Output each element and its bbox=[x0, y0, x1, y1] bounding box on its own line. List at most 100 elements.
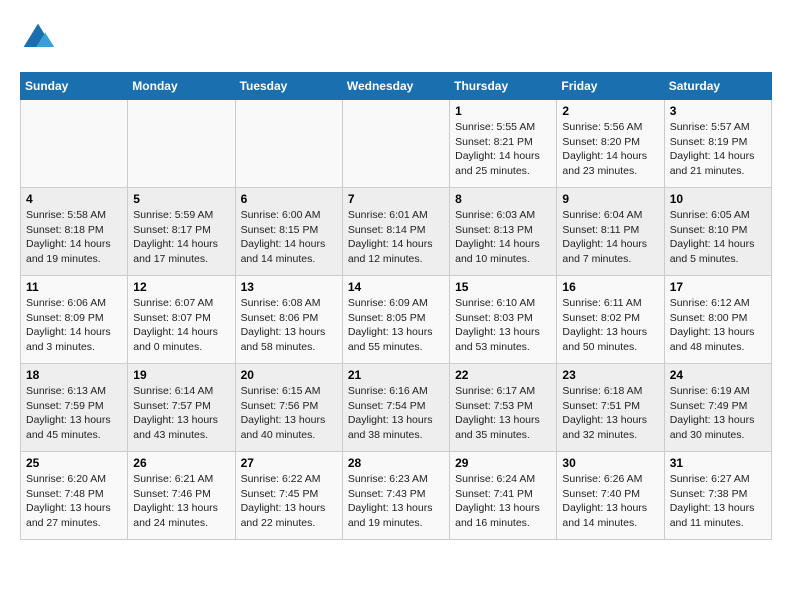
day-number: 18 bbox=[26, 368, 122, 382]
day-info: Sunrise: 6:08 AM Sunset: 8:06 PM Dayligh… bbox=[241, 296, 337, 355]
day-info: Sunrise: 6:12 AM Sunset: 8:00 PM Dayligh… bbox=[670, 296, 766, 355]
calendar-week-row: 1 Sunrise: 5:55 AM Sunset: 8:21 PM Daylig… bbox=[21, 100, 772, 188]
calendar-cell: 27 Sunrise: 6:22 AM Sunset: 7:45 PM Dayli… bbox=[235, 452, 342, 540]
calendar-cell: 23 Sunrise: 6:18 AM Sunset: 7:51 PM Dayli… bbox=[557, 364, 664, 452]
day-info: Sunrise: 6:00 AM Sunset: 8:15 PM Dayligh… bbox=[241, 208, 337, 267]
calendar-week-row: 18 Sunrise: 6:13 AM Sunset: 7:59 PM Dayli… bbox=[21, 364, 772, 452]
calendar-cell: 14Sunrise: 6:09 AM Sunset: 8:05 PM Dayli… bbox=[342, 276, 449, 364]
calendar-cell: 20 Sunrise: 6:15 AM Sunset: 7:56 PM Dayli… bbox=[235, 364, 342, 452]
calendar-cell bbox=[342, 100, 449, 188]
page-header bbox=[20, 20, 772, 56]
day-of-week-header: Tuesday bbox=[235, 73, 342, 100]
day-info: Sunrise: 6:07 AM Sunset: 8:07 PM Dayligh… bbox=[133, 296, 229, 355]
calendar-cell: 15 Sunrise: 6:10 AM Sunset: 8:03 PM Dayli… bbox=[450, 276, 557, 364]
calendar-cell: 21 Sunrise: 6:16 AM Sunset: 7:54 PM Dayli… bbox=[342, 364, 449, 452]
day-number: 3 bbox=[670, 104, 766, 118]
day-number: 4 bbox=[26, 192, 122, 206]
calendar-cell: 7Sunrise: 6:01 AM Sunset: 8:14 PM Daylig… bbox=[342, 188, 449, 276]
day-number: 31 bbox=[670, 456, 766, 470]
day-info: Sunrise: 6:04 AM Sunset: 8:11 PM Dayligh… bbox=[562, 208, 658, 267]
day-number: 25 bbox=[26, 456, 122, 470]
day-info: Sunrise: 6:26 AM Sunset: 7:40 PM Dayligh… bbox=[562, 472, 658, 531]
calendar-cell: 24 Sunrise: 6:19 AM Sunset: 7:49 PM Dayli… bbox=[664, 364, 771, 452]
day-number: 9 bbox=[562, 192, 658, 206]
logo bbox=[20, 20, 60, 56]
day-number: 5 bbox=[133, 192, 229, 206]
day-number: 23 bbox=[562, 368, 658, 382]
day-info: Sunrise: 6:18 AM Sunset: 7:51 PM Dayligh… bbox=[562, 384, 658, 443]
day-info: Sunrise: 5:57 AM Sunset: 8:19 PM Dayligh… bbox=[670, 120, 766, 179]
day-number: 21 bbox=[348, 368, 444, 382]
calendar-cell: 4 Sunrise: 5:58 AM Sunset: 8:18 PM Daylig… bbox=[21, 188, 128, 276]
day-info: Sunrise: 6:16 AM Sunset: 7:54 PM Dayligh… bbox=[348, 384, 444, 443]
day-number: 1 bbox=[455, 104, 551, 118]
calendar-cell: 30 Sunrise: 6:26 AM Sunset: 7:40 PM Dayli… bbox=[557, 452, 664, 540]
day-of-week-header: Sunday bbox=[21, 73, 128, 100]
day-number: 24 bbox=[670, 368, 766, 382]
calendar-cell bbox=[21, 100, 128, 188]
day-info: Sunrise: 6:01 AM Sunset: 8:14 PM Dayligh… bbox=[348, 208, 444, 267]
calendar-cell: 6 Sunrise: 6:00 AM Sunset: 8:15 PM Daylig… bbox=[235, 188, 342, 276]
day-info: Sunrise: 6:19 AM Sunset: 7:49 PM Dayligh… bbox=[670, 384, 766, 443]
day-info: Sunrise: 6:15 AM Sunset: 7:56 PM Dayligh… bbox=[241, 384, 337, 443]
day-info: Sunrise: 6:06 AM Sunset: 8:09 PM Dayligh… bbox=[26, 296, 122, 355]
day-number: 30 bbox=[562, 456, 658, 470]
day-info: Sunrise: 6:22 AM Sunset: 7:45 PM Dayligh… bbox=[241, 472, 337, 531]
day-info: Sunrise: 6:17 AM Sunset: 7:53 PM Dayligh… bbox=[455, 384, 551, 443]
day-info: Sunrise: 6:14 AM Sunset: 7:57 PM Dayligh… bbox=[133, 384, 229, 443]
day-number: 6 bbox=[241, 192, 337, 206]
day-info: Sunrise: 6:23 AM Sunset: 7:43 PM Dayligh… bbox=[348, 472, 444, 531]
day-info: Sunrise: 5:55 AM Sunset: 8:21 PM Dayligh… bbox=[455, 120, 551, 179]
day-number: 13 bbox=[241, 280, 337, 294]
day-info: Sunrise: 6:27 AM Sunset: 7:38 PM Dayligh… bbox=[670, 472, 766, 531]
day-number: 29 bbox=[455, 456, 551, 470]
day-number: 15 bbox=[455, 280, 551, 294]
calendar-header-row: SundayMondayTuesdayWednesdayThursdayFrid… bbox=[21, 73, 772, 100]
day-info: Sunrise: 6:13 AM Sunset: 7:59 PM Dayligh… bbox=[26, 384, 122, 443]
day-info: Sunrise: 6:10 AM Sunset: 8:03 PM Dayligh… bbox=[455, 296, 551, 355]
logo-icon bbox=[20, 20, 56, 56]
calendar-cell: 29Sunrise: 6:24 AM Sunset: 7:41 PM Dayli… bbox=[450, 452, 557, 540]
calendar-cell: 10 Sunrise: 6:05 AM Sunset: 8:10 PM Dayli… bbox=[664, 188, 771, 276]
day-of-week-header: Friday bbox=[557, 73, 664, 100]
day-number: 17 bbox=[670, 280, 766, 294]
day-number: 11 bbox=[26, 280, 122, 294]
day-info: Sunrise: 5:59 AM Sunset: 8:17 PM Dayligh… bbox=[133, 208, 229, 267]
day-number: 28 bbox=[348, 456, 444, 470]
day-of-week-header: Saturday bbox=[664, 73, 771, 100]
calendar-week-row: 4 Sunrise: 5:58 AM Sunset: 8:18 PM Daylig… bbox=[21, 188, 772, 276]
day-info: Sunrise: 5:56 AM Sunset: 8:20 PM Dayligh… bbox=[562, 120, 658, 179]
calendar-cell: 17 Sunrise: 6:12 AM Sunset: 8:00 PM Dayli… bbox=[664, 276, 771, 364]
day-info: Sunrise: 6:03 AM Sunset: 8:13 PM Dayligh… bbox=[455, 208, 551, 267]
day-number: 2 bbox=[562, 104, 658, 118]
day-number: 12 bbox=[133, 280, 229, 294]
day-info: Sunrise: 6:09 AM Sunset: 8:05 PM Dayligh… bbox=[348, 296, 444, 355]
calendar-cell: 19Sunrise: 6:14 AM Sunset: 7:57 PM Dayli… bbox=[128, 364, 235, 452]
calendar-cell: 9 Sunrise: 6:04 AM Sunset: 8:11 PM Daylig… bbox=[557, 188, 664, 276]
calendar-cell: 2 Sunrise: 5:56 AM Sunset: 8:20 PM Daylig… bbox=[557, 100, 664, 188]
day-info: Sunrise: 6:05 AM Sunset: 8:10 PM Dayligh… bbox=[670, 208, 766, 267]
day-number: 27 bbox=[241, 456, 337, 470]
calendar-cell: 12 Sunrise: 6:07 AM Sunset: 8:07 PM Dayli… bbox=[128, 276, 235, 364]
calendar-cell: 28 Sunrise: 6:23 AM Sunset: 7:43 PM Dayli… bbox=[342, 452, 449, 540]
calendar-table: SundayMondayTuesdayWednesdayThursdayFrid… bbox=[20, 72, 772, 540]
calendar-cell bbox=[235, 100, 342, 188]
calendar-week-row: 11 Sunrise: 6:06 AM Sunset: 8:09 PM Dayli… bbox=[21, 276, 772, 364]
calendar-cell: 31 Sunrise: 6:27 AM Sunset: 7:38 PM Dayli… bbox=[664, 452, 771, 540]
calendar-cell: 3 Sunrise: 5:57 AM Sunset: 8:19 PM Daylig… bbox=[664, 100, 771, 188]
day-number: 20 bbox=[241, 368, 337, 382]
day-number: 10 bbox=[670, 192, 766, 206]
day-number: 16 bbox=[562, 280, 658, 294]
calendar-cell: 11 Sunrise: 6:06 AM Sunset: 8:09 PM Dayli… bbox=[21, 276, 128, 364]
calendar-cell: 22Sunrise: 6:17 AM Sunset: 7:53 PM Dayli… bbox=[450, 364, 557, 452]
day-of-week-header: Monday bbox=[128, 73, 235, 100]
calendar-cell: 13 Sunrise: 6:08 AM Sunset: 8:06 PM Dayli… bbox=[235, 276, 342, 364]
day-info: Sunrise: 5:58 AM Sunset: 8:18 PM Dayligh… bbox=[26, 208, 122, 267]
day-of-week-header: Wednesday bbox=[342, 73, 449, 100]
calendar-week-row: 25 Sunrise: 6:20 AM Sunset: 7:48 PM Dayli… bbox=[21, 452, 772, 540]
day-of-week-header: Thursday bbox=[450, 73, 557, 100]
day-info: Sunrise: 6:20 AM Sunset: 7:48 PM Dayligh… bbox=[26, 472, 122, 531]
day-info: Sunrise: 6:11 AM Sunset: 8:02 PM Dayligh… bbox=[562, 296, 658, 355]
day-number: 26 bbox=[133, 456, 229, 470]
calendar-cell: 5 Sunrise: 5:59 AM Sunset: 8:17 PM Daylig… bbox=[128, 188, 235, 276]
